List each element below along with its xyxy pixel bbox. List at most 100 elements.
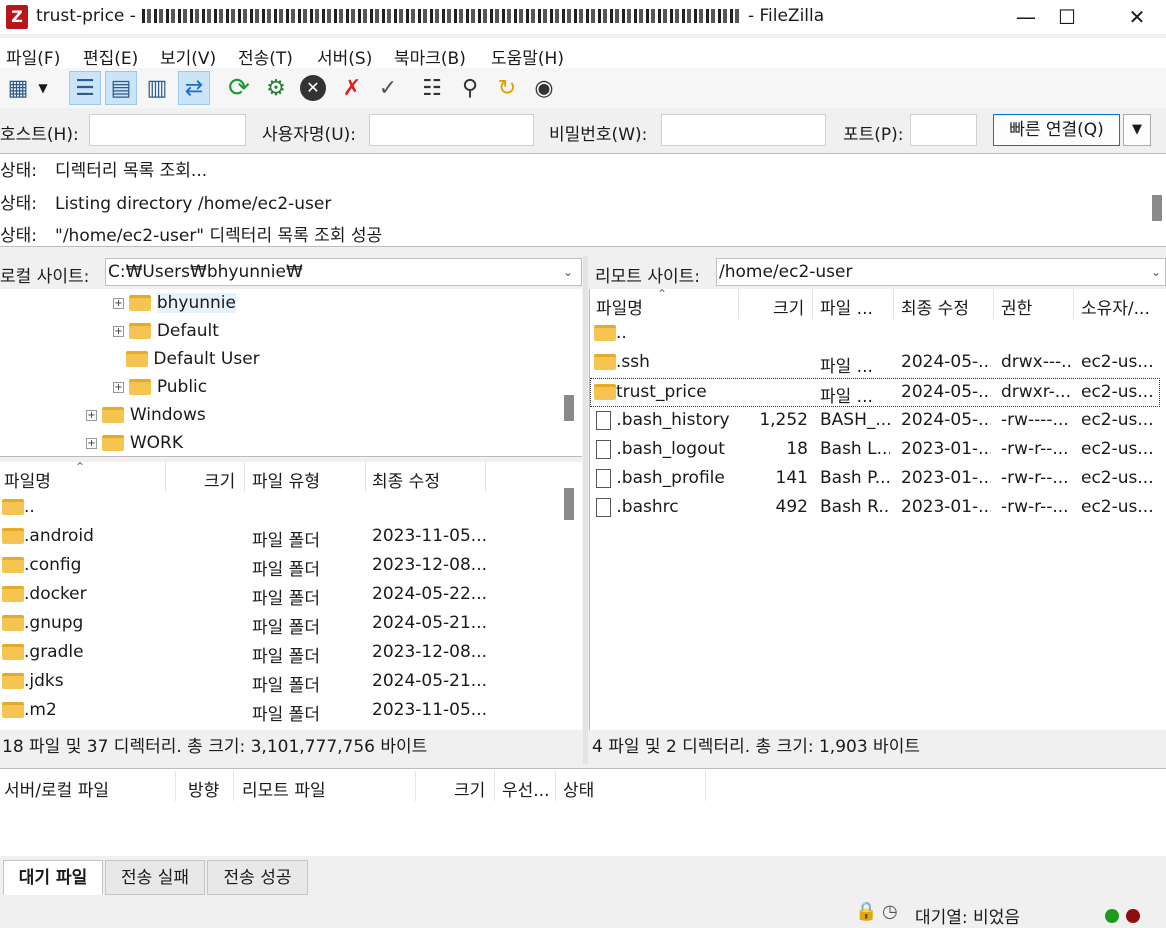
file-list-scrollbar[interactable]: [564, 488, 574, 520]
col-server-local[interactable]: 서버/로컬 파일: [4, 776, 109, 801]
local-list-header: 파일명 ⌃ 크기 파일 유형 최종 수정: [0, 460, 582, 492]
title-suffix: - FileZilla: [747, 6, 825, 26]
file-icon: [596, 468, 611, 488]
message-log-icon[interactable]: ☰: [69, 71, 101, 105]
col-modified[interactable]: 최종 수정: [372, 467, 440, 492]
close-button[interactable]: ✕: [1108, 0, 1166, 34]
queue-header: 서버/로컬 파일 방향 리모트 파일 크기 우선... 상태: [0, 771, 1166, 801]
col-size[interactable]: 크기: [454, 776, 485, 801]
remote-site-label: 리모트 사이트:: [595, 267, 700, 287]
col-type[interactable]: 파일 ...: [820, 294, 873, 319]
transfer-queue-icon[interactable]: ⇄: [178, 71, 210, 105]
maximize-button[interactable]: ☐: [1038, 0, 1096, 34]
directory-compare-icon[interactable]: ☷: [416, 71, 448, 105]
cancel-icon[interactable]: ✕: [297, 71, 329, 105]
quickconnect-dropdown-icon[interactable]: ▼: [1123, 114, 1151, 146]
remote-path-combobox[interactable]: /home/ec2-user ⌄: [716, 258, 1166, 286]
menu-bar: 파일(F) 편집(E) 보기(V) 전송(T) 서버(S) 북마크(B) 도움말…: [0, 38, 1166, 69]
username-input[interactable]: [369, 114, 534, 146]
tab-failed-transfers[interactable]: 전송 실패: [105, 860, 205, 895]
host-label: 호스트(H):: [0, 125, 79, 145]
menu-transfer[interactable]: 전송(T): [238, 44, 293, 69]
table-row[interactable]: .ssh 파일 ... 2024-05-... drwx---... ec2-u…: [590, 349, 1160, 378]
col-size[interactable]: 크기: [204, 467, 235, 492]
menu-help[interactable]: 도움말(H): [491, 44, 564, 69]
menu-bookmarks[interactable]: 북마크(B): [394, 44, 466, 69]
folder-icon: [2, 702, 24, 718]
col-priority[interactable]: 우선...: [502, 776, 550, 801]
menu-view[interactable]: 보기(V): [160, 44, 216, 69]
tree-scrollbar[interactable]: [564, 395, 574, 421]
col-direction[interactable]: 방향: [188, 776, 219, 801]
col-permissions[interactable]: 권한: [1001, 294, 1032, 319]
menu-file[interactable]: 파일(F): [6, 44, 60, 69]
sync-browse-icon[interactable]: ↻: [491, 71, 523, 105]
quickconnect-button[interactable]: 빠른 연결(Q): [993, 114, 1120, 146]
table-row[interactable]: .gnupg 파일 폴더 2024-05-21...: [0, 610, 560, 639]
file-icon: [596, 439, 611, 459]
remote-status-text: 4 파일 및 2 디렉터리. 총 크기: 1,903 바이트: [589, 731, 1166, 763]
col-owner[interactable]: 소유자/...: [1081, 294, 1150, 319]
toolbar: ▦ ▼ ☰ ▤ ▥ ⇄ ⟳ ⚙ ✕ ✗ ✓ ☷ ⚲ ↻ ◉: [0, 68, 1166, 108]
col-filename[interactable]: 파일명: [4, 467, 51, 492]
local-tree-icon[interactable]: ▤: [105, 71, 137, 105]
tree-item[interactable]: + Windows: [86, 401, 206, 429]
table-row[interactable]: .jdks 파일 폴더 2024-05-21...: [0, 668, 560, 697]
col-size[interactable]: 크기: [773, 294, 804, 319]
tree-item[interactable]: + Public: [113, 373, 207, 401]
folder-icon: [2, 644, 24, 660]
search-icon[interactable]: ⚲: [454, 71, 486, 105]
tree-item[interactable]: + bhyunnie: [113, 289, 236, 317]
table-row[interactable]: .bashrc 492 Bash R... 2023-01-... -rw-r-…: [590, 494, 1160, 523]
host-input[interactable]: [89, 114, 246, 146]
local-directory-tree: + bhyunnie + Default Default User + Publ…: [0, 289, 582, 457]
folder-icon: [2, 528, 24, 544]
local-status-text: 18 파일 및 37 디렉터리. 총 크기: 3,101,777,756 바이트: [0, 731, 582, 763]
table-row[interactable]: ..: [0, 494, 560, 523]
col-status[interactable]: 상태: [563, 776, 594, 801]
pane-splitter[interactable]: [583, 256, 588, 764]
site-manager-icon[interactable]: ▦: [2, 71, 34, 105]
password-input[interactable]: [661, 114, 826, 146]
dropdown-arrow-icon[interactable]: ▼: [32, 71, 54, 105]
tab-successful-transfers[interactable]: 전송 성공: [207, 860, 308, 895]
folder-icon: [594, 384, 616, 400]
title-prefix: trust-price -: [36, 6, 136, 26]
col-modified[interactable]: 최종 수정: [901, 294, 969, 319]
table-row[interactable]: .gradle 파일 폴더 2023-12-08...: [0, 639, 560, 668]
table-row[interactable]: .android 파일 폴더 2023-11-05...: [0, 523, 560, 552]
sort-ascending-icon: ⌃: [657, 287, 668, 301]
col-filename[interactable]: 파일명: [596, 294, 643, 319]
folder-icon: [102, 435, 125, 451]
table-row[interactable]: .m2 파일 폴더 2023-11-05...: [0, 697, 560, 726]
col-type[interactable]: 파일 유형: [252, 467, 320, 492]
reconnect-icon[interactable]: ✓: [372, 71, 404, 105]
tab-queued-files[interactable]: 대기 파일: [3, 860, 103, 895]
log-scrollbar[interactable]: [1152, 195, 1162, 221]
table-row[interactable]: .bash_logout 18 Bash L... 2023-01-... -r…: [590, 436, 1160, 465]
tree-item[interactable]: + WORK: [86, 429, 183, 457]
title-bar: Z trust-price -- FileZilla — ☐ ✕: [0, 0, 1166, 34]
disconnect-icon[interactable]: ✗: [336, 71, 368, 105]
table-row[interactable]: .bash_history 1,252 BASH_... 2024-05-...…: [590, 407, 1160, 436]
filter-icon[interactable]: ⚙: [260, 71, 292, 105]
port-input[interactable]: [910, 114, 977, 146]
local-path-combobox[interactable]: C:₩Users₩bhyunnie₩ ⌄: [105, 258, 582, 286]
log-line: 상태: 디렉터리 목록 조회...: [0, 161, 208, 181]
folder-icon: [2, 557, 24, 573]
folder-icon: [2, 499, 24, 515]
table-row[interactable]: .config 파일 폴더 2023-12-08...: [0, 552, 560, 581]
tree-item[interactable]: + Default: [113, 317, 219, 345]
table-row[interactable]: ..: [590, 320, 1160, 349]
col-remote-file[interactable]: 리모트 파일: [242, 776, 326, 801]
table-row[interactable]: .docker 파일 폴더 2024-05-22...: [0, 581, 560, 610]
table-row[interactable]: trust_price 파일 ... 2024-05-... drwxr-...…: [590, 378, 1160, 407]
menu-server[interactable]: 서버(S): [317, 44, 372, 69]
remote-list-header: 파일명 ⌃ 크기 파일 ... 최종 수정 권한 소유자/...: [590, 287, 1166, 319]
refresh-icon[interactable]: ⟳: [223, 71, 255, 105]
table-row[interactable]: .bash_profile 141 Bash P... 2023-01-... …: [590, 465, 1160, 494]
remote-tree-icon[interactable]: ▥: [141, 71, 173, 105]
find-files-icon[interactable]: ◉: [528, 71, 560, 105]
menu-edit[interactable]: 편집(E): [83, 44, 138, 69]
tree-item[interactable]: Default User: [126, 345, 260, 373]
